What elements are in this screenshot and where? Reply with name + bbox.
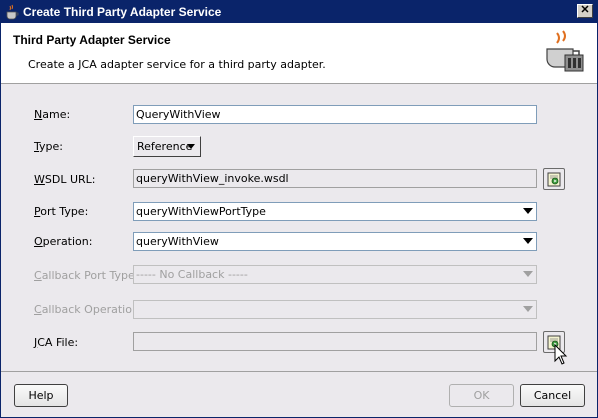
chevron-down-icon	[187, 144, 195, 149]
operation-label: Operation:	[34, 235, 93, 248]
port-type-label: Port Type:	[34, 205, 89, 218]
app-coffee-icon	[6, 4, 19, 20]
header-description: Create a JCA adapter service for a third…	[28, 58, 326, 71]
close-icon: ✕	[580, 4, 590, 16]
browse-wsdl-icon	[547, 172, 561, 187]
mouse-pointer-icon	[554, 344, 568, 365]
callback-port-type-label: Callback Port Type:	[34, 269, 139, 282]
wsdl-browse-button[interactable]	[543, 168, 565, 190]
wsdl-url-field[interactable]: queryWithView_invoke.wsdl	[133, 169, 537, 188]
chevron-down-icon	[523, 271, 533, 277]
chevron-down-icon	[523, 306, 533, 312]
footer-divider	[1, 371, 597, 372]
name-input[interactable]: QueryWithView	[133, 105, 537, 124]
callback-port-type-select: ----- No Callback -----	[133, 265, 537, 284]
chevron-down-icon	[523, 238, 533, 244]
create-third-party-adapter-dialog: Create Third Party Adapter Service ✕ Thi…	[0, 0, 598, 418]
adapter-coffee-icon	[546, 30, 584, 72]
jca-file-label: JCA File:	[34, 336, 79, 349]
cancel-button[interactable]: Cancel	[520, 384, 585, 407]
type-dropdown[interactable]: Reference	[133, 136, 201, 157]
callback-operation-label: Callback Operation:	[34, 303, 143, 316]
jca-file-field[interactable]	[133, 332, 537, 351]
help-button[interactable]: Help	[14, 384, 68, 407]
ok-button[interactable]: OK	[449, 384, 514, 407]
callback-port-type-value: ----- No Callback -----	[136, 268, 248, 281]
chevron-down-icon	[523, 208, 533, 214]
name-label: Name:	[34, 108, 71, 121]
port-type-value: queryWithViewPortType	[136, 205, 266, 218]
header-title: Third Party Adapter Service	[13, 33, 171, 47]
callback-operation-select	[133, 300, 537, 319]
type-label: Type:	[34, 140, 63, 153]
close-button[interactable]: ✕	[577, 4, 593, 18]
type-value: Reference	[137, 140, 193, 153]
port-type-select[interactable]: queryWithViewPortType	[133, 202, 537, 221]
wizard-header: Third Party Adapter Service Create a JCA…	[1, 23, 597, 84]
wsdl-url-label: WSDL URL:	[34, 173, 96, 186]
operation-select[interactable]: queryWithView	[133, 232, 537, 251]
operation-value: queryWithView	[136, 235, 219, 248]
window-title: Create Third Party Adapter Service	[23, 5, 222, 19]
title-bar[interactable]: Create Third Party Adapter Service ✕	[1, 1, 597, 23]
